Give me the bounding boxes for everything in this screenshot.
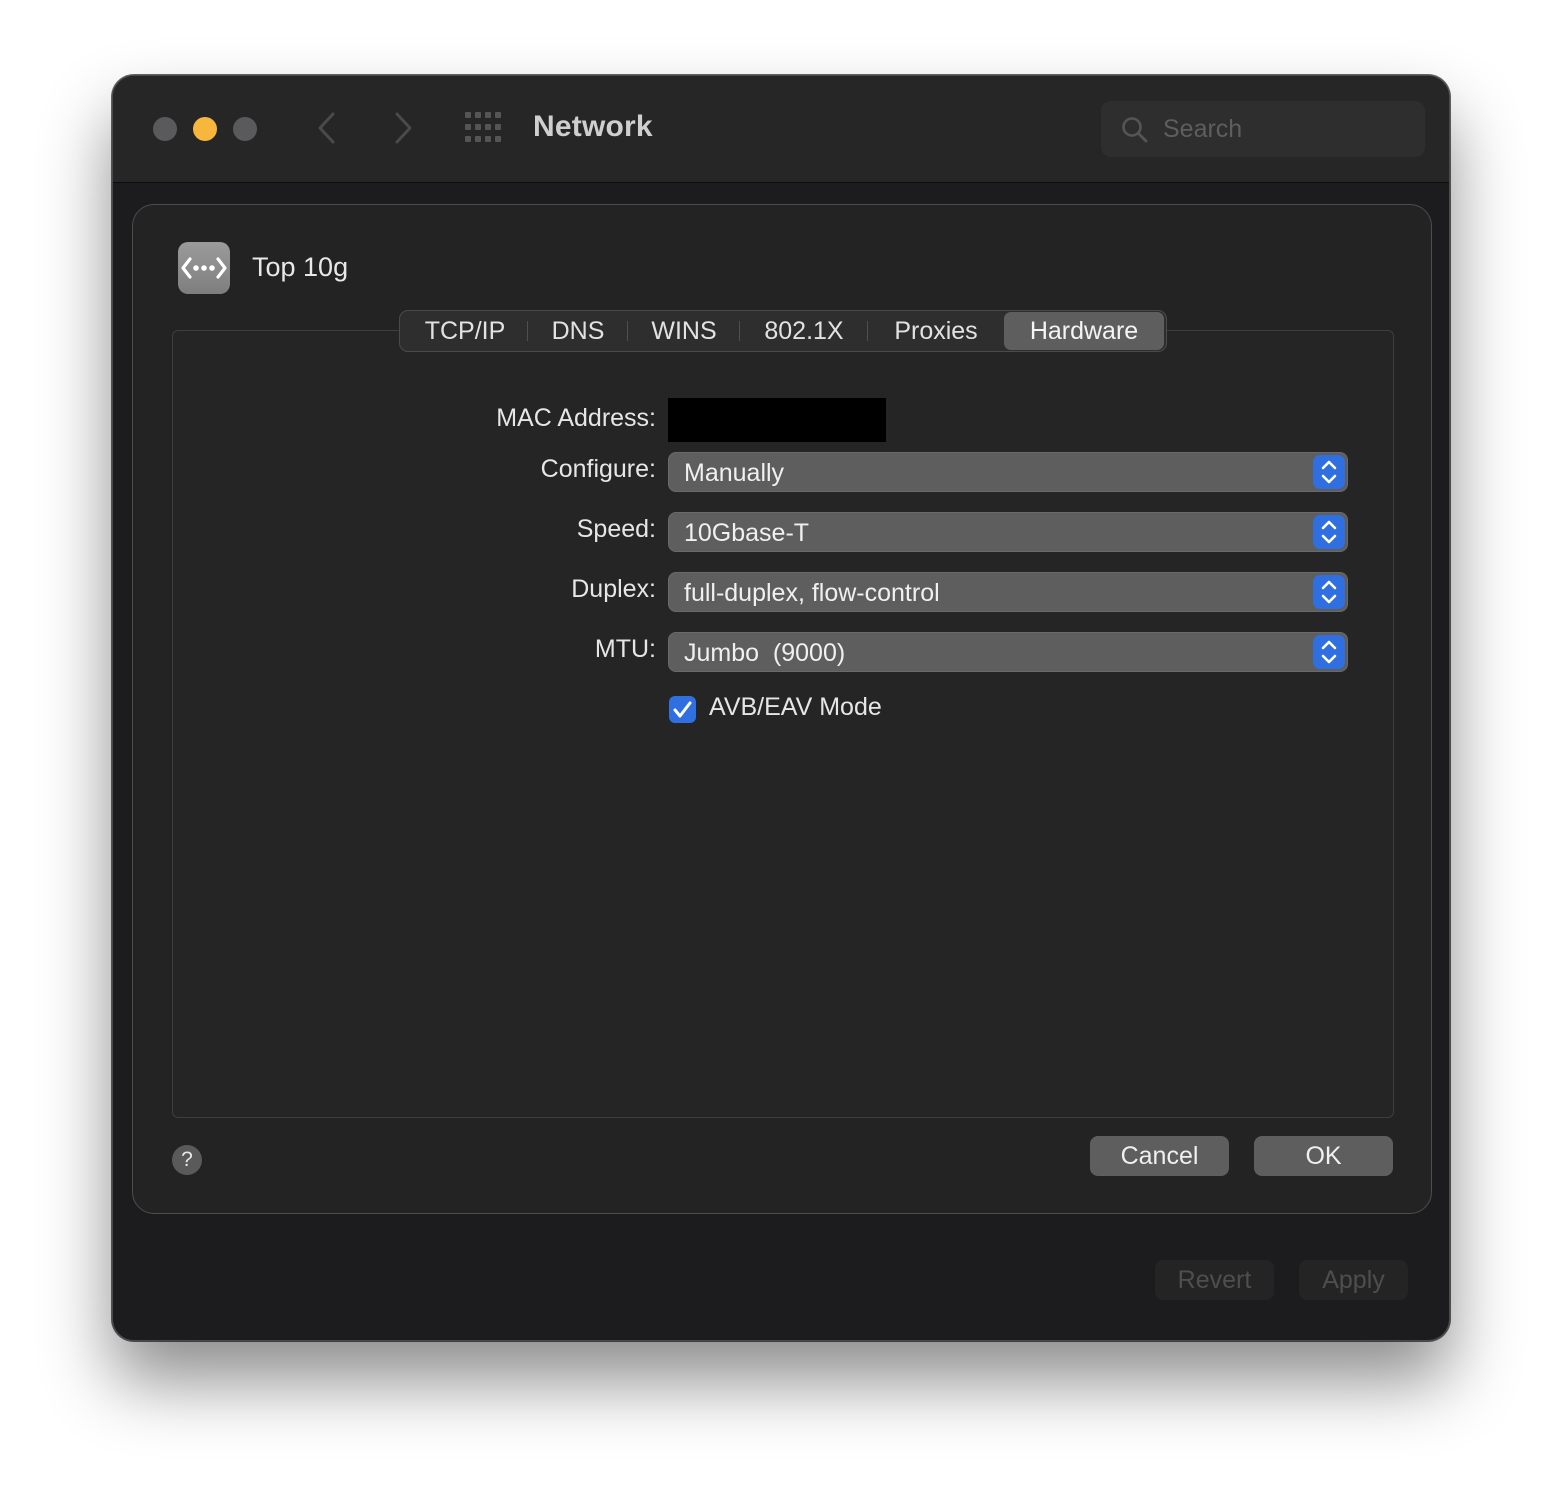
search-input[interactable] xyxy=(1163,115,1403,143)
network-preferences-window: Network Top 10g MAC Address: Configure: xyxy=(112,75,1450,1341)
speed-popup[interactable]: 10Gbase-T xyxy=(668,512,1348,552)
mac-address-value-redacted xyxy=(668,398,886,442)
title-bar: Network xyxy=(113,76,1449,183)
interface-name: Top 10g xyxy=(252,252,349,282)
ok-button[interactable]: OK xyxy=(1254,1136,1393,1176)
advanced-settings-sheet: Top 10g MAC Address: Configure: Manually… xyxy=(132,204,1432,1214)
configure-popup[interactable]: Manually xyxy=(668,452,1348,492)
duplex-value: full-duplex, flow-control xyxy=(684,579,940,607)
window-title: Network xyxy=(533,110,653,143)
checkmark-icon xyxy=(673,701,692,718)
duplex-popup[interactable]: full-duplex, flow-control xyxy=(668,572,1348,612)
duplex-label: Duplex: xyxy=(571,575,656,603)
chevron-up-down-icon xyxy=(1313,515,1345,549)
speed-value: 10Gbase-T xyxy=(684,519,810,547)
avb-eav-mode-checkbox[interactable] xyxy=(669,696,696,723)
search-field[interactable] xyxy=(1101,101,1425,157)
back-arrow-icon[interactable] xyxy=(311,110,345,146)
revert-button[interactable]: Revert xyxy=(1155,1260,1274,1300)
tab-8021x[interactable]: 802.1X xyxy=(740,312,868,350)
search-icon xyxy=(1122,117,1148,143)
mtu-value: Jumbo (9000) xyxy=(684,639,846,667)
chevron-up-down-icon xyxy=(1313,575,1345,609)
cancel-button[interactable]: Cancel xyxy=(1090,1136,1229,1176)
tab-dns[interactable]: DNS xyxy=(528,312,628,350)
help-button[interactable]: ? xyxy=(172,1145,202,1175)
show-all-grid-icon[interactable] xyxy=(465,112,503,144)
mtu-label: MTU: xyxy=(594,635,656,663)
configure-label: Configure: xyxy=(540,455,656,483)
network-interface-icon xyxy=(178,242,230,294)
chevron-up-down-icon xyxy=(1313,635,1345,669)
tab-panel: MAC Address: Configure: Manually Speed: … xyxy=(172,330,1394,1118)
zoom-window-button[interactable] xyxy=(233,117,257,141)
tab-wins[interactable]: WINS xyxy=(628,312,740,350)
settings-tab-bar: TCP/IP DNS WINS 802.1X Proxies Hardware xyxy=(399,310,1167,352)
tab-hardware[interactable]: Hardware xyxy=(1004,312,1164,350)
configure-value: Manually xyxy=(684,459,785,487)
speed-label: Speed: xyxy=(576,515,656,543)
tab-proxies[interactable]: Proxies xyxy=(868,312,1004,350)
close-window-button[interactable] xyxy=(153,117,177,141)
mtu-popup[interactable]: Jumbo (9000) xyxy=(668,632,1348,672)
chevron-up-down-icon xyxy=(1313,455,1345,489)
tab-tcpip[interactable]: TCP/IP xyxy=(402,312,528,350)
mac-address-label: MAC Address: xyxy=(496,404,656,432)
apply-button[interactable]: Apply xyxy=(1299,1260,1408,1300)
avb-eav-mode-label[interactable]: AVB/EAV Mode xyxy=(709,693,882,722)
minimize-window-button[interactable] xyxy=(193,117,217,141)
forward-arrow-icon[interactable] xyxy=(385,110,419,146)
